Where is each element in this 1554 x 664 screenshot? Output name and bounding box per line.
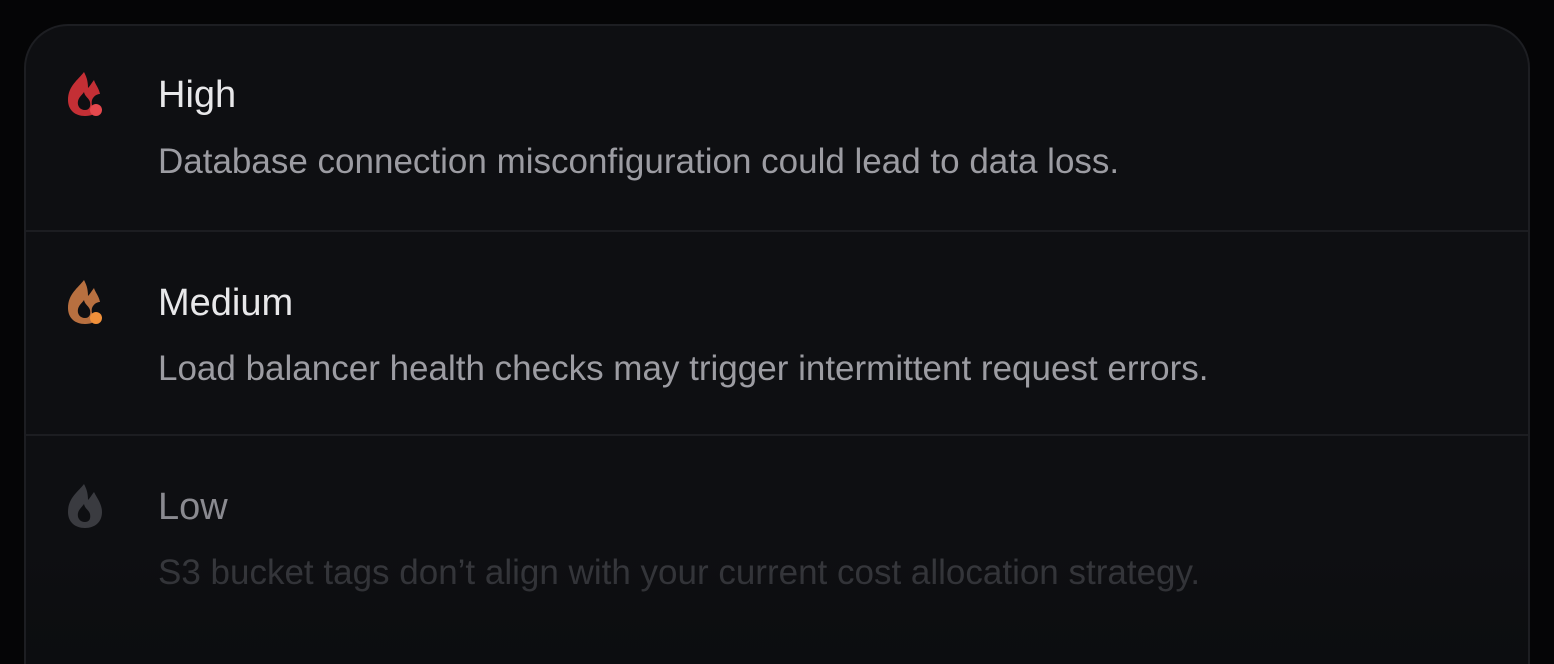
alert-description: S3 bucket tags don’t align with your cur…	[158, 553, 1201, 592]
alert-severity: Low	[158, 486, 228, 528]
alert-row-high[interactable]: High Database connection misconfiguratio…	[26, 26, 1528, 230]
alert-row-low[interactable]: Low S3 bucket tags don’t align with your…	[26, 434, 1528, 638]
alert-row-medium[interactable]: Medium Load balancer health checks may t…	[26, 230, 1528, 434]
alert-description: Load balancer health checks may trigger …	[158, 349, 1209, 388]
alert-severity: High	[158, 74, 237, 116]
flame-high-icon	[64, 70, 108, 118]
flame-medium-icon	[64, 278, 108, 326]
flame-low-icon	[64, 482, 108, 530]
alert-severity: Medium	[158, 282, 294, 324]
alerts-panel: High Database connection misconfiguratio…	[24, 24, 1530, 664]
alert-description: Database connection misconfiguration cou…	[158, 142, 1120, 181]
